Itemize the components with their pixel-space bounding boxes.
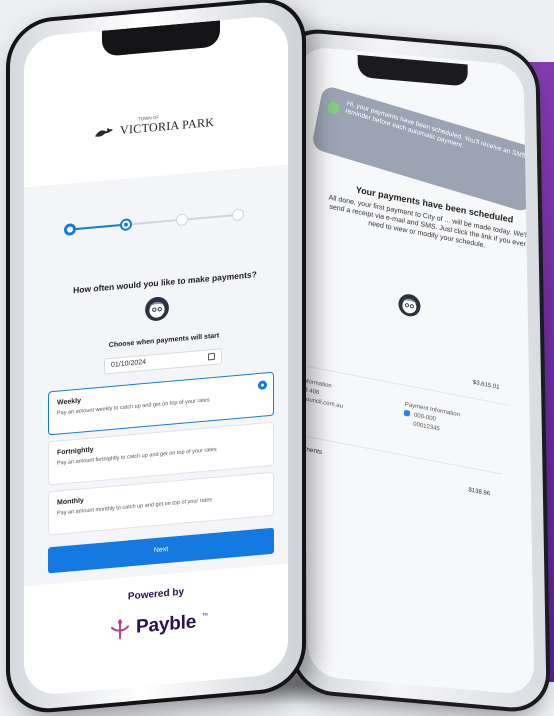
swan-logo-icon [95, 127, 113, 137]
avatar-icon [398, 294, 421, 317]
front-phone: TOWN OF VICTORIA PARK How often would yo… [6, 0, 306, 716]
back-phone-screen: now Hi, your payments have been schedule… [297, 45, 535, 696]
front-phone-frame: TOWN OF VICTORIA PARK How often would yo… [10, 0, 302, 712]
payble-logo: Payble TM [110, 610, 208, 641]
divider [297, 432, 502, 475]
council-logo: TOWN OF VICTORIA PARK [94, 115, 214, 141]
back-phone-frame: now Hi, your payments have been schedule… [283, 30, 547, 711]
start-date-value: 01/10/2024 [111, 358, 147, 369]
front-phone-screen: TOWN OF VICTORIA PARK How often would yo… [24, 14, 288, 697]
back-phone: now Hi, your payments have been schedule… [279, 26, 551, 715]
step-2 [120, 218, 132, 232]
installment-amount: $138.96 [468, 487, 491, 498]
payble-mark-icon [111, 619, 129, 640]
powered-by-label: Powered by [127, 586, 185, 603]
payble-wordmark: Payble [136, 611, 197, 638]
notification-text: Hi, your payments have been scheduled. Y… [344, 99, 527, 161]
avatar-icon [145, 296, 169, 321]
step-4 [232, 208, 244, 222]
step-1 [64, 222, 76, 237]
payment-information: Payment Information 000-000 00012345 [403, 401, 461, 438]
step-connector [132, 219, 176, 226]
calendar-icon[interactable] [208, 352, 215, 361]
selected-check-icon [258, 380, 267, 391]
step-3 [176, 213, 188, 227]
sms-notification[interactable]: now Hi, your payments have been schedule… [311, 84, 535, 214]
footer: Powered by Payble TM [24, 563, 288, 697]
total-amount: $3,615.01 [472, 379, 500, 391]
logo-text: VICTORIA PARK [120, 114, 215, 138]
trademark-mark: TM [202, 610, 208, 617]
step-connector [188, 214, 232, 221]
bank-icon [403, 410, 411, 418]
step-connector [76, 224, 120, 230]
back-phone-content: now Hi, your payments have been schedule… [297, 46, 535, 696]
messages-app-icon [326, 100, 341, 116]
